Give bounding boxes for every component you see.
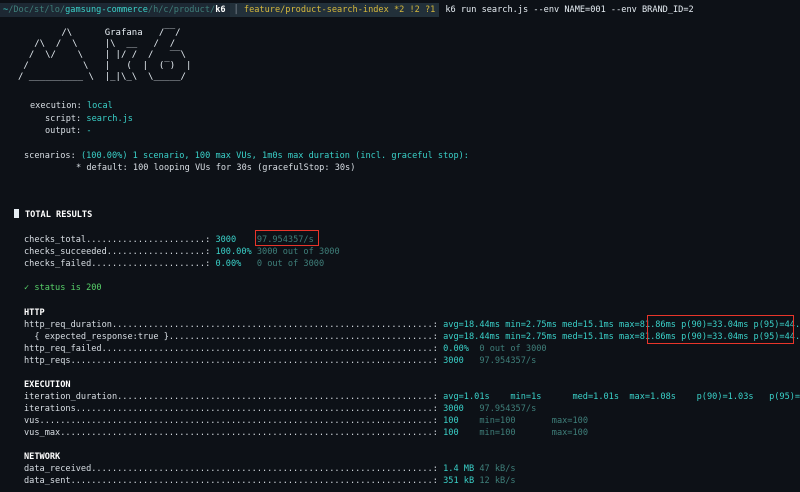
output-label: output:	[45, 126, 82, 136]
vus-max-row: vus_max.................................…	[24, 427, 588, 439]
output-row: output: -	[45, 125, 92, 137]
checks-succeeded-detail: 3000 out of 3000	[256, 247, 340, 257]
execution-label: execution:	[30, 101, 82, 111]
scenarios-label: scenarios:	[24, 151, 76, 161]
checks-total-label: checks_total.......................:	[24, 235, 211, 245]
iterations-value: 3000	[443, 404, 464, 414]
execution-value: local	[86, 101, 113, 111]
k6-logo: /\ Grafana /‾‾/ /\ / \ |\ __ / / / \/ \ …	[18, 28, 192, 82]
checks-failed-label: checks_failed......................:	[24, 259, 211, 269]
output-value: -	[86, 126, 92, 136]
data-received-row: data_received...........................…	[24, 463, 516, 475]
checks-rate-highlight	[255, 230, 319, 246]
checks-total-value: 3000	[215, 235, 237, 245]
vus-detail: min=100 max=100	[479, 416, 588, 426]
section-marker-icon	[14, 209, 19, 218]
http-req-duration-label: http_req_duration.......................…	[24, 320, 438, 330]
vus-label: vus.....................................…	[24, 416, 438, 426]
vus-max-detail: min=100 max=100	[479, 428, 588, 438]
percentile-highlight	[647, 315, 794, 344]
http-req-failed-detail: 0 out of 3000	[479, 344, 547, 354]
data-sent-label: data_sent...............................…	[24, 476, 438, 486]
data-received-value: 1.4 MB	[443, 464, 475, 474]
git-branch: feature/product-search-index	[243, 5, 389, 15]
http-req-duration-stats: avg=18.44ms min=2.75ms med=15.1ms max=81…	[443, 320, 676, 330]
checks-succeeded-label: checks_succeeded...................:	[24, 247, 211, 257]
path-project: gamsung-commerce	[65, 5, 148, 15]
shell-prompt: ~/Doc/st/lo/gamsung-commerce/h/c/product…	[0, 3, 694, 17]
execution-heading: EXECUTION	[24, 380, 71, 390]
prompt-git: │ feature/product-search-index *2 !2 ?1	[229, 3, 440, 17]
data-sent-value: 351 kB	[443, 476, 475, 486]
iterations-rate: 97.954357/s	[479, 404, 537, 414]
http-reqs-row: http_reqs...............................…	[24, 355, 536, 367]
scenarios-row: scenarios: (100.00%) 1 scenario, 100 max…	[24, 150, 469, 162]
execution-row: execution: local	[30, 100, 113, 112]
checks-failed-row: checks_failed......................: 0.0…	[24, 258, 324, 270]
expected-response-label: { expected_response:true }..............…	[24, 332, 438, 342]
http-req-failed-row: http_req_failed.........................…	[24, 343, 547, 355]
http-req-failed-label: http_req_failed.........................…	[24, 344, 438, 354]
http-heading: HTTP	[24, 308, 45, 318]
terminal-window: ~/Doc/st/lo/gamsung-commerce/h/c/product…	[0, 0, 800, 492]
http-reqs-label: http_reqs...............................…	[24, 356, 438, 366]
data-received-label: data_received...........................…	[24, 464, 438, 474]
iteration-duration-row: iteration_duration......................…	[24, 391, 800, 403]
http-reqs-value: 3000	[443, 356, 464, 366]
iteration-duration-label: iteration_duration......................…	[24, 392, 438, 402]
vus-value: 100	[443, 416, 459, 426]
checks-failed-detail: 0 out of 3000	[256, 259, 325, 269]
total-results-heading: TOTAL RESULTS	[14, 209, 92, 221]
git-branch-icon: │	[233, 5, 244, 15]
data-sent-rate: 12 kB/s	[479, 476, 516, 486]
path-product: product	[173, 5, 210, 15]
data-received-rate: 47 kB/s	[479, 464, 516, 474]
network-heading: NETWORK	[24, 452, 61, 462]
path-current: k6	[215, 5, 226, 15]
command-text[interactable]: k6 run search.js --env NAME=001 --env BR…	[439, 5, 693, 15]
http-req-failed-value: 0.00%	[443, 344, 469, 354]
checks-failed-value: 0.00%	[215, 259, 242, 269]
prompt-path: ~/Doc/st/lo/gamsung-commerce/h/c/product…	[0, 3, 230, 17]
script-label: script:	[45, 114, 82, 124]
git-status: *2 !2 ?1	[388, 5, 436, 15]
vus-max-label: vus_max.................................…	[24, 428, 438, 438]
iterations-row: iterations..............................…	[24, 403, 536, 415]
script-row: script: search.js	[45, 113, 133, 125]
script-value: search.js	[86, 114, 133, 124]
vus-max-value: 100	[443, 428, 459, 438]
iteration-duration-stats: avg=1.01s min=1s med=1.01s max=1.08s p(9…	[443, 392, 800, 402]
default-scenario-line: * default: 100 looping VUs for 30s (grac…	[76, 163, 356, 173]
iterations-label: iterations..............................…	[24, 404, 438, 414]
data-sent-row: data_sent...............................…	[24, 475, 516, 487]
checks-succeeded-value: 100.00%	[215, 247, 252, 257]
scenarios-value: (100.00%) 1 scenario, 100 max VUs, 1m0s …	[80, 151, 469, 161]
expected-response-stats: avg=18.44ms min=2.75ms med=15.1ms max=81…	[443, 332, 676, 342]
status-check-line: ✓ status is 200	[24, 283, 102, 293]
path-middle: /h/c/	[147, 5, 174, 15]
http-reqs-rate: 97.954357/s	[479, 356, 537, 366]
checks-succeeded-row: checks_succeeded...................: 100…	[24, 246, 340, 258]
vus-row: vus.....................................…	[24, 415, 588, 427]
path-dim: /Doc/st/lo/	[8, 5, 66, 15]
total-results-text: TOTAL RESULTS	[25, 210, 93, 220]
